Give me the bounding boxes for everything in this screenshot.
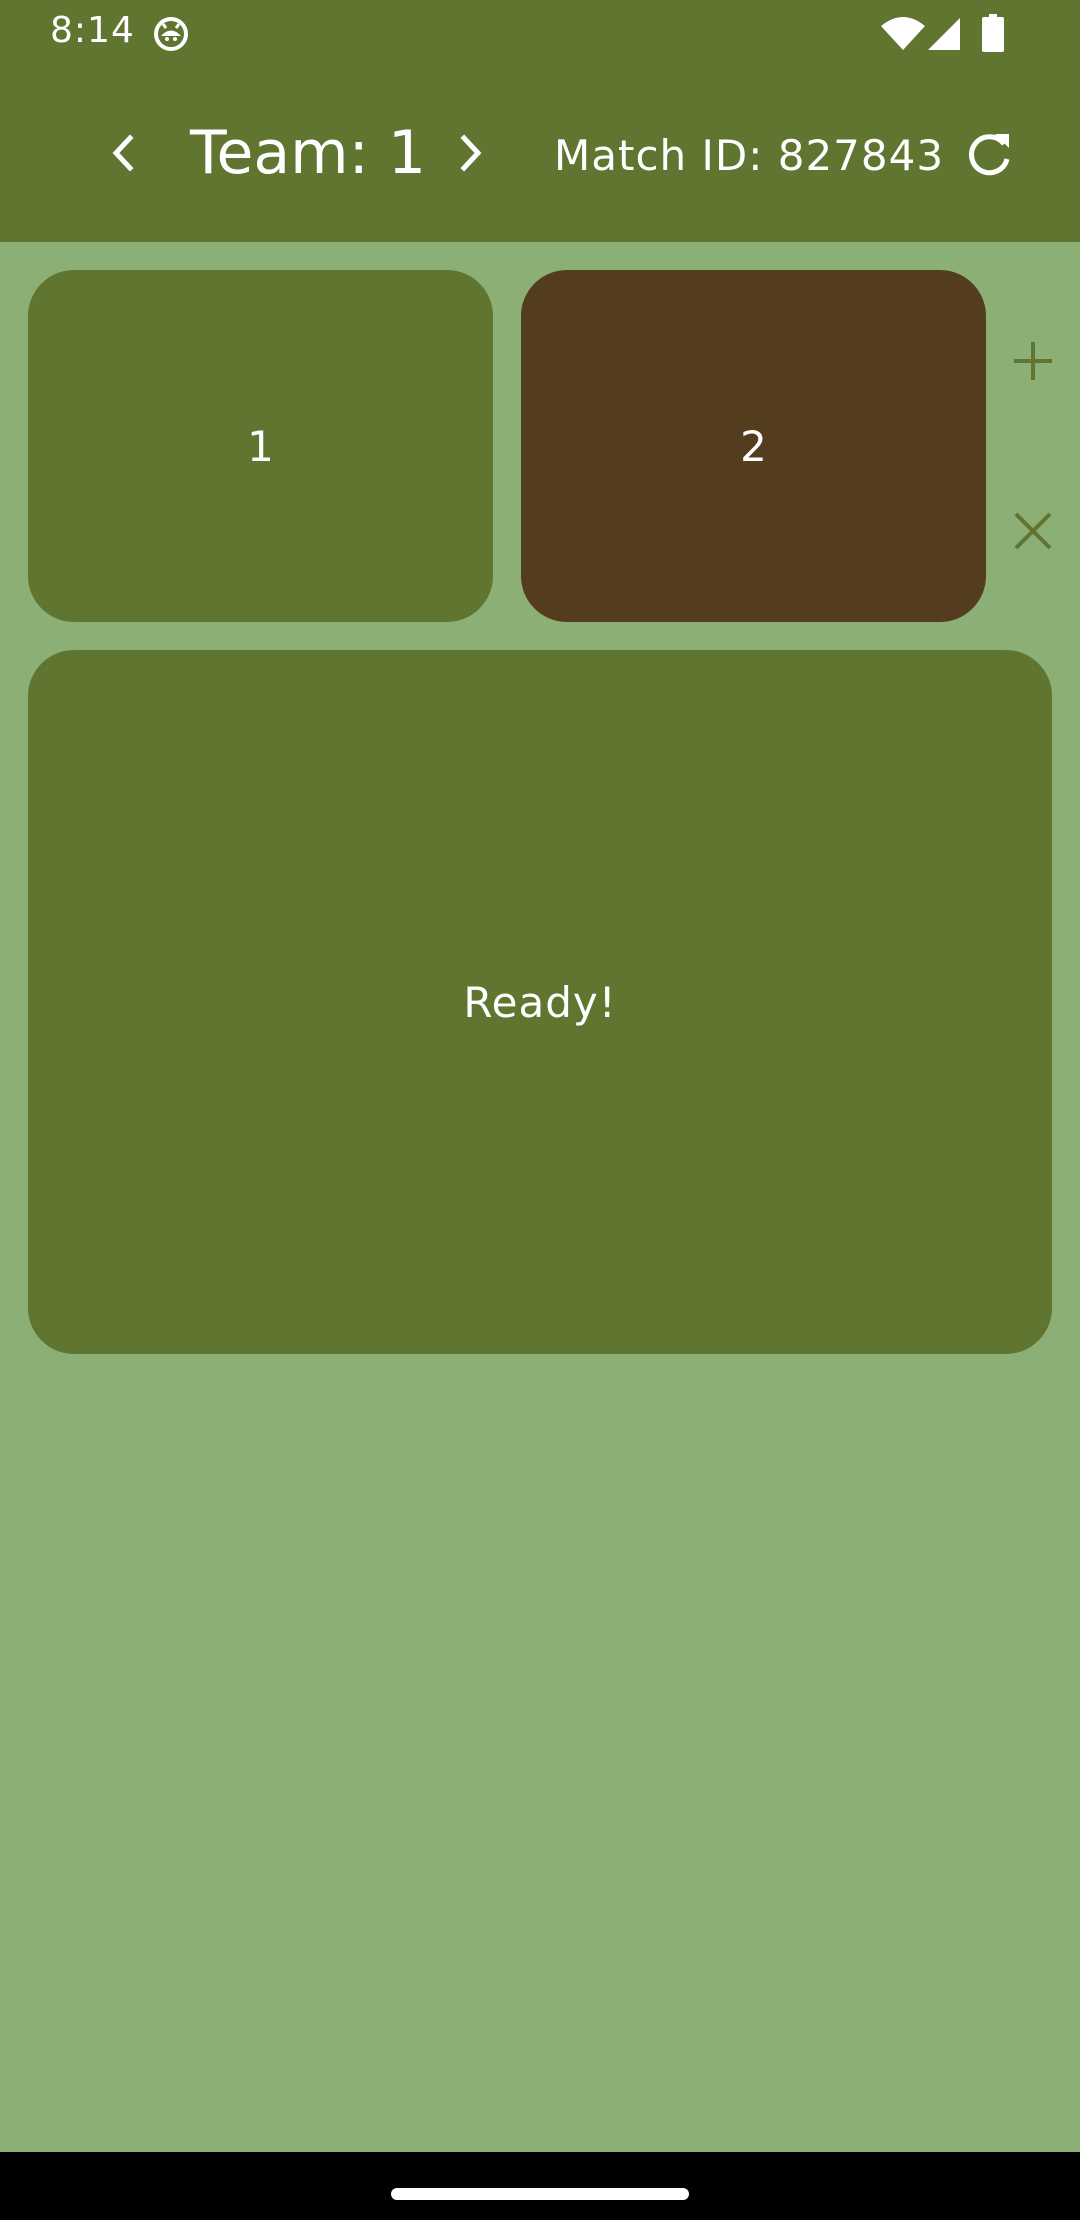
match-id-label: Match ID: 827843 (554, 131, 945, 180)
system-nav-bar (0, 2152, 1080, 2220)
android-robot-icon (154, 17, 188, 51)
app-screen: 8:14 Team: 1 Match ID: 827843 1 2 Ready! (0, 0, 1080, 2220)
team-title: Team: 1 (190, 118, 427, 188)
plus-icon[interactable] (1010, 338, 1056, 384)
status-time: 8:14 (50, 10, 135, 51)
robot-card-2[interactable]: 2 (521, 270, 986, 622)
chevron-left-icon[interactable] (100, 124, 148, 182)
refresh-icon[interactable] (962, 128, 1016, 182)
battery-icon (982, 14, 1004, 52)
close-icon[interactable] (1010, 508, 1056, 554)
ready-label: Ready! (463, 977, 617, 1027)
cell-signal-icon (928, 18, 960, 50)
app-bar: 8:14 Team: 1 Match ID: 827843 (0, 0, 1080, 242)
robot-card-label: 1 (247, 421, 274, 471)
ready-button[interactable]: Ready! (28, 650, 1052, 1354)
robot-card-1[interactable]: 1 (28, 270, 493, 622)
chevron-right-icon[interactable] (446, 124, 494, 182)
wifi-icon (881, 17, 925, 50)
home-gesture-handle[interactable] (391, 2188, 689, 2200)
robot-card-label: 2 (740, 421, 767, 471)
